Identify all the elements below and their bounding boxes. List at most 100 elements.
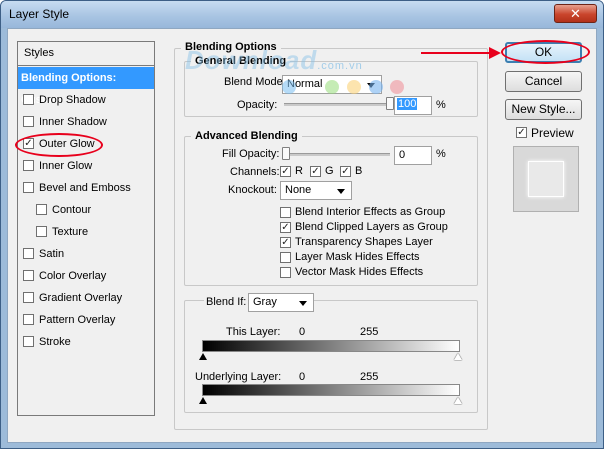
dialog-client-area: Styles Blending Options: Custom Drop Shad…	[7, 28, 597, 443]
style-checkbox[interactable]	[23, 160, 34, 171]
style-item-label: Inner Shadow	[39, 116, 107, 128]
style-checkbox[interactable]	[23, 248, 34, 259]
underlying-black-slider[interactable]	[199, 397, 207, 404]
cancel-button[interactable]: Cancel	[505, 71, 582, 92]
opacity-value: 100	[397, 98, 418, 110]
style-item[interactable]: Inner Shadow	[18, 111, 154, 133]
channels-label: Channels:	[230, 166, 280, 178]
style-checkbox[interactable]	[23, 182, 34, 193]
style-item[interactable]: Contour	[18, 199, 154, 221]
advanced-option-check-icon[interactable]: ✓	[280, 237, 291, 248]
this-layer-max: 255	[360, 326, 379, 338]
advanced-option-checkbox[interactable]: Vector Mask Hides Effects	[280, 266, 460, 281]
close-button[interactable]: ✕	[554, 4, 597, 23]
style-item[interactable]: Pattern Overlay	[18, 309, 154, 331]
style-item[interactable]: Stroke	[18, 331, 154, 353]
channel-check-icon[interactable]: ✓	[280, 166, 291, 177]
ok-highlight-ellipse	[501, 40, 590, 64]
blend-if-label: Blend If:	[204, 296, 249, 308]
this-layer-black-slider[interactable]	[199, 353, 207, 360]
window-title: Layer Style	[9, 7, 70, 21]
watermark-dot-green	[325, 80, 339, 94]
underlying-white-slider[interactable]	[454, 397, 462, 404]
style-checkbox[interactable]	[23, 116, 34, 127]
style-item[interactable]: Gradient Overlay	[18, 287, 154, 309]
advanced-option-label: Blend Interior Effects as Group	[295, 206, 446, 218]
style-item-label: Texture	[52, 226, 89, 238]
opacity-input[interactable]: 100	[394, 96, 432, 115]
this-layer-label: This Layer:	[226, 326, 281, 338]
advanced-option-checkbox[interactable]: ✓ Blend Clipped Layers as Group	[280, 221, 460, 236]
style-checkbox[interactable]	[36, 204, 47, 215]
fill-opacity-slider-thumb[interactable]	[282, 147, 290, 160]
knockout-label: Knockout:	[228, 184, 277, 196]
watermark-text: Download	[185, 45, 318, 75]
preview-checkbox[interactable]: ✓ Preview	[516, 126, 586, 141]
underlying-layer-gradient	[202, 384, 460, 396]
advanced-option-label: Layer Mask Hides Effects	[295, 251, 420, 263]
style-item-label: Satin	[39, 248, 65, 260]
blend-if-group	[184, 300, 478, 413]
style-item[interactable]: Inner Glow	[18, 155, 154, 177]
watermark-dot-lightblue	[369, 80, 383, 94]
preview-label: Preview	[531, 126, 574, 140]
style-checkbox[interactable]	[36, 226, 47, 237]
layer-style-window: Layer Style ✕ Styles Blending Options: C…	[0, 0, 604, 449]
new-style-button[interactable]: New Style...	[505, 99, 582, 120]
blend-if-select[interactable]: Gray	[248, 293, 314, 312]
underlying-layer-min: 0	[299, 371, 306, 383]
style-item-label: Inner Glow	[39, 160, 93, 172]
style-checkbox[interactable]	[23, 94, 34, 105]
fill-opacity-unit: %	[436, 148, 446, 160]
style-item-label: Gradient Overlay	[39, 292, 123, 304]
channel-checkbox[interactable]: ✓ G	[310, 165, 338, 180]
opacity-label: Opacity:	[237, 99, 278, 111]
channel-label: R	[295, 165, 303, 177]
advanced-option-check-icon[interactable]	[280, 252, 291, 263]
style-checkbox[interactable]	[23, 314, 34, 325]
styles-list: Styles Blending Options: Custom Drop Shad…	[17, 41, 155, 416]
style-item[interactable]: Color Overlay	[18, 265, 154, 287]
channel-checkbox[interactable]: ✓ R	[280, 165, 308, 180]
opacity-slider-thumb[interactable]	[386, 97, 394, 110]
advanced-option-check-icon[interactable]: ✓	[280, 222, 291, 233]
style-checkbox[interactable]	[23, 270, 34, 281]
fill-opacity-slider-track[interactable]	[284, 153, 390, 156]
blend-if-value: Gray	[253, 296, 277, 308]
style-item[interactable]: Texture	[18, 221, 154, 243]
style-item[interactable]: Drop Shadow	[18, 89, 154, 111]
style-item[interactable]: Satin	[18, 243, 154, 265]
channel-check-icon[interactable]: ✓	[340, 166, 351, 177]
opacity-slider-track[interactable]	[284, 103, 390, 106]
style-checkbox[interactable]	[23, 336, 34, 347]
style-item[interactable]: Bevel and Emboss	[18, 177, 154, 199]
fill-opacity-input[interactable]: 0	[394, 146, 432, 165]
title-bar[interactable]: Layer Style ✕	[1, 1, 603, 28]
preview-check-icon[interactable]: ✓	[516, 127, 527, 138]
knockout-select[interactable]: None	[280, 181, 352, 200]
advanced-option-checkbox[interactable]: Layer Mask Hides Effects	[280, 251, 460, 266]
blend-mode-label: Blend Mode:	[224, 76, 286, 88]
advanced-option-checkbox[interactable]: Blend Interior Effects as Group	[280, 206, 460, 221]
advanced-option-check-icon[interactable]	[280, 207, 291, 218]
style-checkbox[interactable]	[23, 292, 34, 303]
knockout-value: None	[285, 184, 312, 196]
watermark-dot-yellow	[347, 80, 361, 94]
advanced-option-label: Blend Clipped Layers as Group	[295, 221, 448, 233]
this-layer-white-slider[interactable]	[454, 353, 462, 360]
preview-swatch	[513, 146, 579, 212]
watermark-logo: Download.com.vn	[185, 45, 363, 76]
channel-label: G	[325, 165, 334, 177]
channel-check-icon[interactable]: ✓	[310, 166, 321, 177]
style-item[interactable]: Blending Options: Custom	[18, 67, 154, 106]
style-item-label: Pattern Overlay	[39, 314, 116, 326]
styles-header: Styles	[18, 42, 154, 66]
opacity-unit: %	[436, 99, 446, 111]
advanced-option-checkbox[interactable]: ✓ Transparency Shapes Layer	[280, 236, 460, 251]
watermark-dot-pink	[390, 80, 404, 94]
channel-checkbox[interactable]: ✓ B	[340, 165, 368, 180]
channel-label: B	[355, 165, 363, 177]
advanced-option-label: Vector Mask Hides Effects	[295, 266, 424, 278]
advanced-option-check-icon[interactable]	[280, 267, 291, 278]
annotation-arrow-icon	[421, 47, 501, 59]
